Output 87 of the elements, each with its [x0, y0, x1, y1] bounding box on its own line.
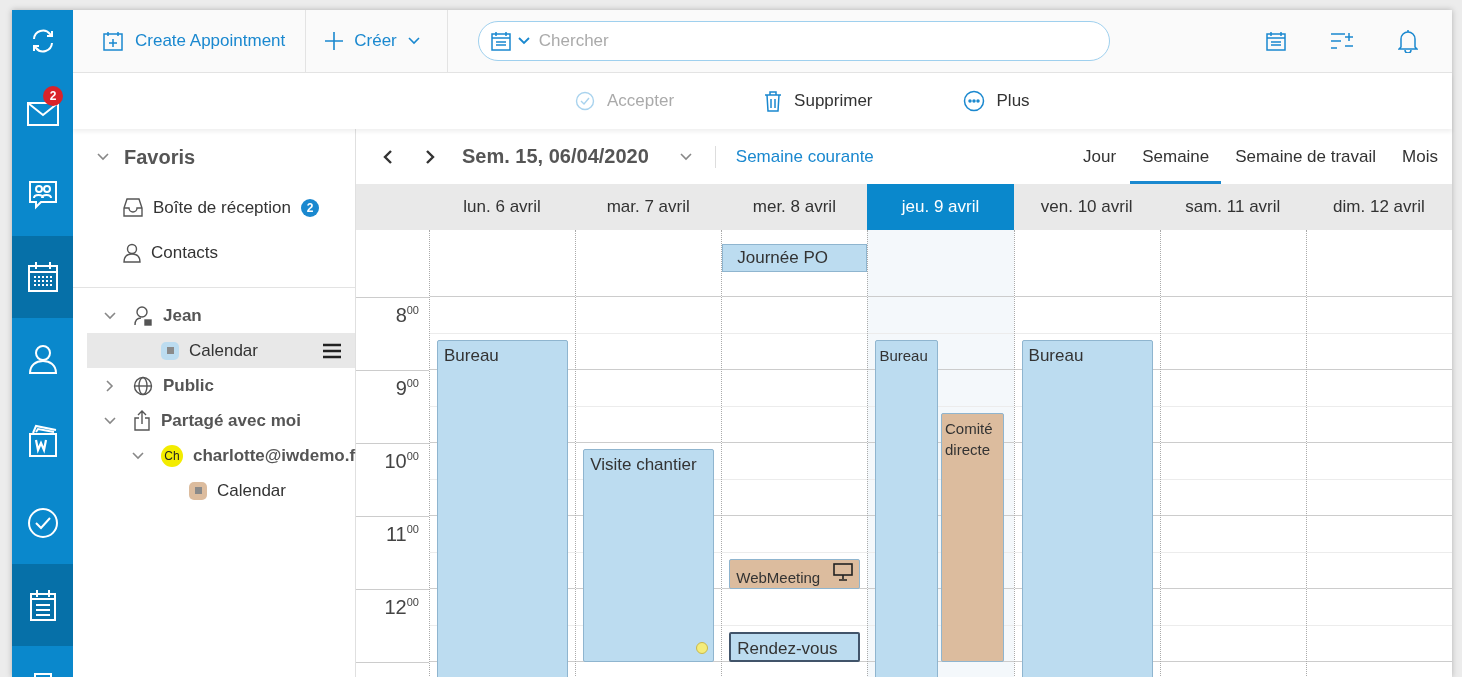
tree-item[interactable]: Calendar [87, 473, 355, 508]
hour-label: 8$^{00}$ [395, 304, 419, 328]
app-nav-button[interactable]: 2 [12, 72, 73, 154]
user-lock-icon [133, 304, 153, 327]
tree-item[interactable]: Calendar [87, 333, 355, 368]
create-appointment-button[interactable]: Create Appointment [73, 10, 307, 72]
document-icon [26, 424, 59, 458]
chevron-icon[interactable] [131, 450, 145, 461]
favorite-item[interactable]: Boîte de réception 2 [73, 185, 355, 230]
view-tab[interactable]: Mois [1390, 129, 1450, 184]
tree-item[interactable]: Ch charlotte@iwdemo.f [87, 438, 355, 473]
hour-label: 9$^{00}$ [395, 377, 419, 401]
chevron-icon[interactable] [103, 310, 117, 321]
event-title: WebMeeting [736, 567, 822, 588]
calendar-event[interactable]: Visite chantier [583, 449, 715, 662]
clipboard-icon [28, 589, 57, 621]
event-title: Visite chantier [590, 454, 698, 475]
event-title: Bureau [444, 344, 500, 366]
count-badge: 2 [301, 198, 319, 217]
hour-label: 11$^{00}$ [386, 523, 419, 547]
more-button[interactable]: Plus [960, 86, 1032, 116]
mail-icon [26, 100, 59, 126]
globe-icon [133, 375, 153, 396]
trash-icon [764, 90, 783, 112]
search-input[interactable]: Chercher [536, 30, 1097, 52]
day-header: mer. 8 avril [751, 196, 837, 218]
chevron-down-icon [406, 36, 421, 46]
calendar-plus-icon [103, 31, 123, 51]
event-title: Rendez-vous [737, 637, 839, 659]
view-tab[interactable]: Jour [1071, 129, 1129, 184]
favorite-item[interactable]: Contacts [73, 230, 355, 275]
calendar-event[interactable]: WebMeeting [729, 558, 861, 589]
day-header: ven. 10 avril [1039, 196, 1134, 218]
day-header: sam. 11 avril [1184, 196, 1282, 218]
chevron-down-icon [516, 36, 531, 46]
delete-button[interactable]: Supprimer [762, 86, 875, 116]
day-header: dim. 12 avril [1332, 196, 1426, 218]
next-week-icon[interactable] [424, 148, 436, 165]
monitor-icon [833, 562, 854, 581]
current-week-link[interactable]: Semaine courante [735, 146, 874, 167]
view-tab[interactable]: Semaine de travail [1223, 129, 1389, 184]
search-field[interactable]: Chercher [477, 21, 1110, 61]
chevron-down-icon[interactable] [678, 151, 693, 162]
event-title: Bureau [879, 345, 929, 366]
calendar-icon [26, 261, 59, 293]
tree-item[interactable]: Public [87, 368, 355, 403]
person-icon [27, 343, 58, 375]
unread-badge: 2 [43, 86, 63, 106]
app-nav-button[interactable] [12, 564, 73, 646]
plus-icon [324, 31, 345, 51]
hour-label: 10$^{00}$ [384, 450, 419, 474]
chat-icon [26, 179, 59, 211]
day-header: jeu. 9 avril [867, 184, 1014, 230]
event-title: Bureau [1028, 344, 1085, 366]
previous-week-icon[interactable] [382, 148, 394, 165]
all-day-event[interactable]: Journée PO [722, 244, 868, 272]
create-dropdown-button[interactable]: Créer [306, 10, 448, 72]
calendar-event[interactable]: Bureau [437, 339, 569, 677]
calendar-icon[interactable] [1266, 31, 1286, 51]
check-circle-icon [575, 91, 595, 111]
calendar-event[interactable]: Comité directe [941, 412, 1004, 662]
menu-icon[interactable] [323, 342, 341, 359]
sort-list-icon[interactable] [1330, 31, 1354, 51]
app-nav-button[interactable] [12, 236, 73, 318]
day-header: lun. 6 avril [462, 196, 542, 218]
calendar-event[interactable]: Rendez-vous [729, 631, 861, 662]
event-title: Comité directe [945, 418, 994, 460]
hour-label: 12$^{00}$ [384, 596, 419, 620]
chevron-icon[interactable] [96, 152, 110, 162]
status-dot [696, 642, 709, 654]
ellipsis-circle-icon [962, 90, 985, 112]
notification-bell-icon[interactable] [1398, 29, 1418, 53]
calendar-event[interactable]: Bureau [875, 339, 938, 677]
avatar-initials: Ch [161, 444, 183, 467]
chevron-icon[interactable] [103, 415, 117, 426]
inbox-tray-icon [123, 198, 143, 217]
tree-item[interactable]: Partagé avec moi [87, 403, 355, 438]
week-title: Sem. 15, 06/04/2020 [462, 145, 649, 168]
day-header: mar. 7 avril [605, 196, 691, 218]
checkmark-icon [26, 507, 59, 539]
share-icon [133, 410, 151, 431]
chevron-icon[interactable] [105, 378, 115, 393]
section-title: Favoris [124, 145, 196, 169]
calendar-event[interactable]: Bureau [1021, 339, 1153, 677]
calendar-icon [490, 31, 511, 51]
person-icon [123, 242, 141, 263]
tree-item[interactable]: Jean [87, 298, 355, 333]
